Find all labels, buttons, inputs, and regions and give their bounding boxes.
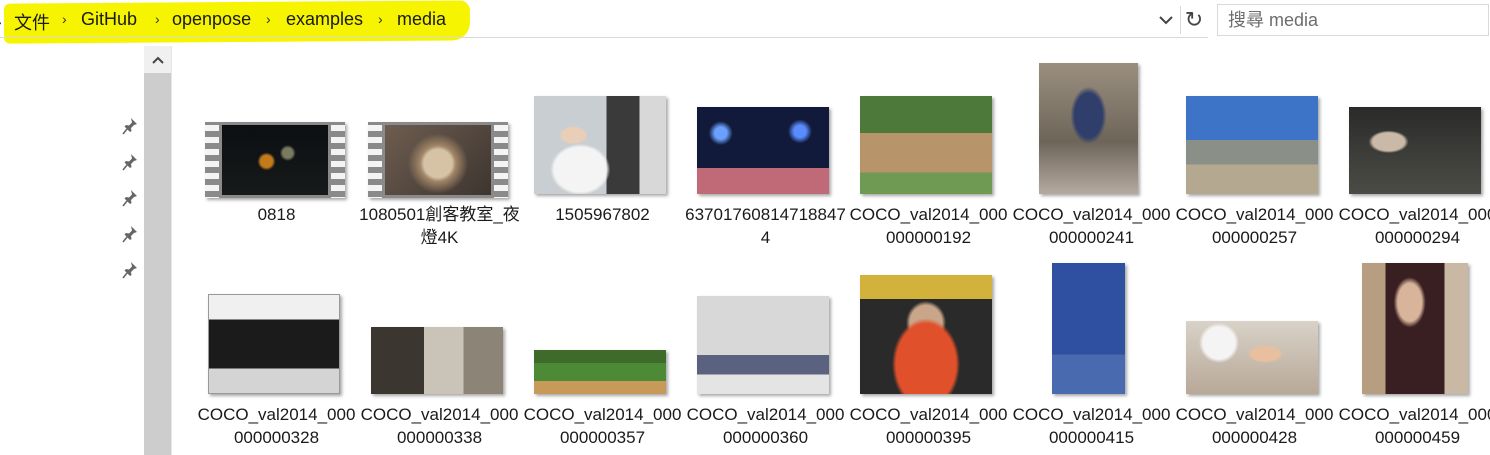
- file-name: COCO_val2014_000000000192: [849, 205, 1008, 247]
- image-thumbnail: [1052, 263, 1125, 394]
- scroll-up-button[interactable]: [144, 46, 171, 73]
- file-item[interactable]: COCO_val2014_000000000338: [358, 260, 521, 455]
- file-item[interactable]: COCO_val2014_000000000294: [1336, 60, 1490, 250]
- chevron-right-icon[interactable]: ›: [155, 11, 160, 27]
- file-name: COCO_val2014_000000000459: [1338, 405, 1490, 447]
- video-thumbnail: [368, 122, 508, 198]
- file-item[interactable]: 1080501創客教室_夜燈4K: [358, 60, 521, 250]
- file-item[interactable]: 1505967802: [521, 60, 684, 250]
- nav-scrollbar[interactable]: [144, 46, 171, 455]
- image-thumbnail: [371, 327, 503, 394]
- image-thumbnail: [534, 96, 666, 194]
- file-item[interactable]: COCO_val2014_000000000428: [1173, 260, 1336, 455]
- file-item[interactable]: COCO_val2014_000000000328: [195, 260, 358, 455]
- pin-icon[interactable]: [122, 189, 138, 207]
- image-thumbnail: [1186, 96, 1318, 194]
- pin-icon[interactable]: [122, 261, 138, 279]
- breadcrumb-examples[interactable]: examples: [286, 9, 363, 30]
- image-thumbnail: [697, 107, 829, 194]
- file-name: COCO_val2014_000000000338: [360, 405, 519, 447]
- file-name: 1505967802: [555, 205, 650, 224]
- file-name: COCO_val2014_000000000415: [1012, 405, 1171, 447]
- file-item[interactable]: COCO_val2014_000000000357: [521, 260, 684, 455]
- search-box[interactable]: [1217, 4, 1489, 36]
- breadcrumb-github[interactable]: GitHub: [81, 9, 137, 30]
- search-input[interactable]: [1218, 5, 1488, 35]
- file-item[interactable]: COCO_val2014_000000000257: [1173, 60, 1336, 250]
- file-item[interactable]: COCO_val2014_000000000192: [847, 60, 1010, 250]
- image-thumbnail: [860, 275, 992, 394]
- image-thumbnail: [1039, 63, 1138, 194]
- file-name: COCO_val2014_000000000360: [686, 405, 845, 447]
- image-thumbnail: [860, 96, 992, 194]
- pane-divider: [171, 46, 172, 455]
- file-item[interactable]: COCO_val2014_000000000395: [847, 260, 1010, 455]
- chevron-right-icon[interactable]: ›: [266, 11, 271, 27]
- chevron-down-icon: [1159, 16, 1173, 25]
- refresh-icon: ↻: [1184, 7, 1204, 32]
- video-thumbnail: [205, 122, 345, 198]
- breadcrumb-media[interactable]: media: [397, 9, 446, 30]
- pin-icon[interactable]: [122, 117, 138, 135]
- file-item[interactable]: COCO_val2014_000000000415: [1010, 260, 1173, 455]
- chevron-right-icon[interactable]: ›: [62, 11, 67, 27]
- chevron-up-icon: [151, 56, 164, 64]
- image-thumbnail: [1349, 107, 1481, 194]
- file-item[interactable]: COCO_val2014_000000000241: [1010, 60, 1173, 250]
- image-thumbnail: [208, 294, 340, 394]
- file-name: COCO_val2014_000000000294: [1338, 205, 1490, 247]
- file-item[interactable]: COCO_val2014_000000000459: [1336, 260, 1490, 455]
- refresh-button[interactable]: ↻: [1180, 6, 1207, 34]
- file-item[interactable]: COCO_val2014_000000000360: [684, 260, 847, 455]
- file-name: COCO_val2014_000000000257: [1175, 205, 1334, 247]
- address-bar: › 文件 › GitHub › openpose › examples › me…: [0, 0, 1490, 44]
- file-name: 637017608147188474: [685, 205, 846, 247]
- file-name: COCO_val2014_000000000328: [197, 405, 356, 447]
- image-thumbnail: [534, 350, 666, 394]
- file-name: COCO_val2014_000000000241: [1012, 205, 1171, 247]
- image-thumbnail: [697, 296, 829, 394]
- file-name: COCO_val2014_000000000357: [523, 405, 682, 447]
- chevron-right-icon[interactable]: ›: [378, 11, 383, 27]
- image-thumbnail: [1362, 263, 1468, 394]
- address-divider: [0, 37, 1208, 38]
- file-name: COCO_val2014_000000000428: [1175, 405, 1334, 447]
- file-name: 0818: [257, 205, 296, 224]
- history-dropdown-button[interactable]: [1154, 8, 1178, 32]
- pin-icon[interactable]: [122, 225, 138, 243]
- image-thumbnail: [1186, 321, 1318, 394]
- chevron-right-icon[interactable]: ›: [0, 14, 2, 30]
- file-item[interactable]: 0818: [195, 60, 358, 250]
- pin-icon[interactable]: [122, 153, 138, 171]
- file-name: COCO_val2014_000000000395: [849, 405, 1008, 447]
- breadcrumb-documents[interactable]: 文件: [14, 9, 50, 35]
- breadcrumb-openpose[interactable]: openpose: [172, 9, 251, 30]
- file-name: 1080501創客教室_夜燈4K: [359, 205, 520, 247]
- file-item[interactable]: 637017608147188474: [684, 60, 847, 250]
